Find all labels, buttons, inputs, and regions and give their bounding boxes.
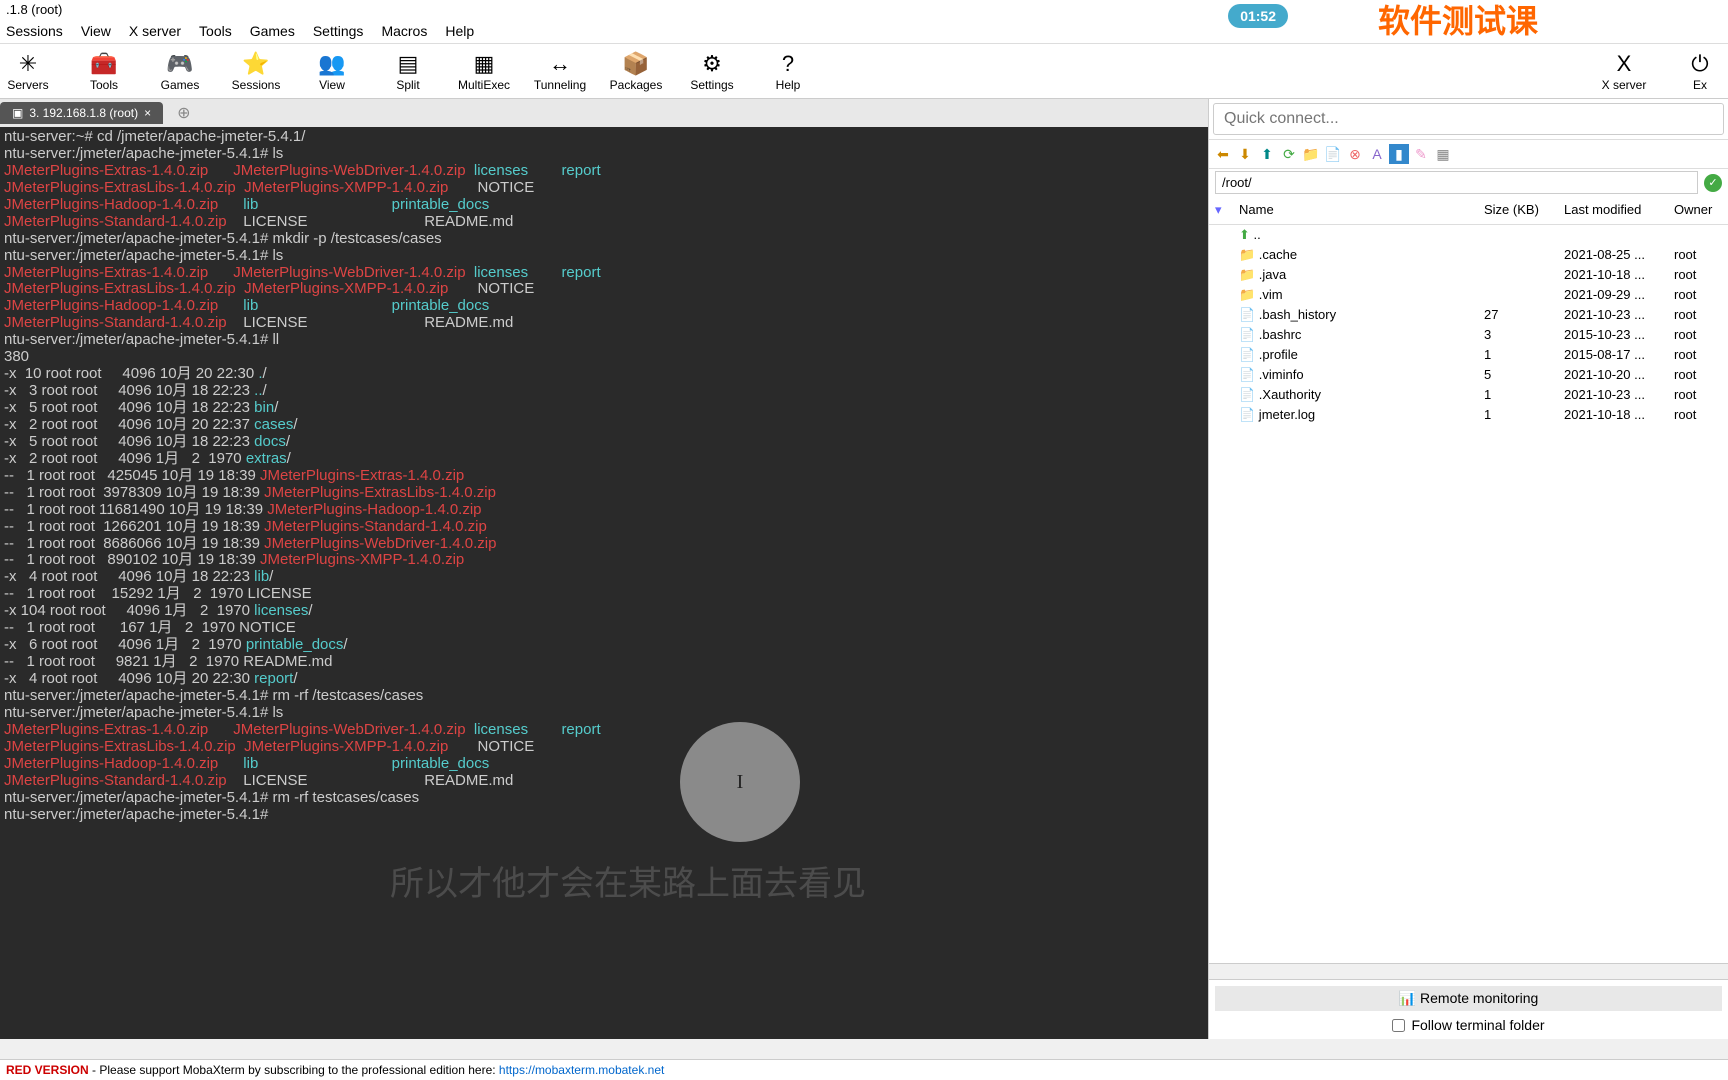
file-row[interactable]: 📄 .viminfo52021-10-20 ...root	[1209, 365, 1728, 385]
back-icon[interactable]: ⬅	[1213, 144, 1233, 164]
file-header: ▾ Name Size (KB) Last modified Owner	[1209, 196, 1728, 225]
col-owner[interactable]: Owner	[1668, 200, 1728, 220]
menu-games[interactable]: Games	[250, 23, 295, 39]
games-icon: 🎮	[166, 50, 194, 78]
menu-tools[interactable]: Tools	[199, 23, 232, 39]
tunneling-icon: ↔	[546, 50, 574, 78]
tool-ex[interactable]: ⏻Ex	[1676, 50, 1724, 92]
rename-icon[interactable]: A	[1367, 144, 1387, 164]
tool-multiexec[interactable]: ▦MultiExec	[460, 50, 508, 92]
view-icon: 👥	[318, 50, 346, 78]
new-folder-icon[interactable]: 📁	[1301, 144, 1321, 164]
cursor-indicator: I	[680, 722, 800, 842]
status-text: - Please support MobaXterm by subscribin…	[92, 1063, 499, 1077]
toggle-hidden-icon[interactable]: ▮	[1389, 144, 1409, 164]
toolbar: ✳Servers 🧰Tools 🎮Games ⭐Sessions 👥View ▤Split…	[0, 44, 1728, 99]
version-label: RED VERSION	[6, 1063, 89, 1077]
ex-icon: ⏻	[1686, 50, 1714, 78]
x server-icon: X	[1610, 50, 1638, 78]
file-row[interactable]: 📄 jmeter.log12021-10-18 ...root	[1209, 405, 1728, 425]
menu-view[interactable]: View	[81, 23, 111, 39]
menu-sessions[interactable]: Sessions	[6, 23, 63, 39]
help-icon: ?	[774, 50, 802, 78]
follow-terminal-checkbox[interactable]: Follow terminal folder	[1215, 1017, 1722, 1033]
remote-monitoring-button[interactable]: 📊 Remote monitoring	[1215, 986, 1722, 1011]
timer-badge: 01:52	[1228, 4, 1288, 28]
path-ok-icon: ✓	[1704, 174, 1722, 192]
file-list: ▾ Name Size (KB) Last modified Owner ⬆ .…	[1209, 196, 1728, 963]
file-row[interactable]: ⬆ ..	[1209, 225, 1728, 245]
terminal[interactable]: ntu-server:~# cd /jmeter/apache-jmeter-5…	[0, 127, 1208, 1039]
download-icon[interactable]: ⬇	[1235, 144, 1255, 164]
tools-icon: 🧰	[90, 50, 118, 78]
close-icon[interactable]: ×	[144, 106, 151, 120]
tool-servers[interactable]: ✳Servers	[4, 50, 52, 92]
file-row[interactable]: 📁 .vim2021-09-29 ...root	[1209, 285, 1728, 305]
sftp-panel: ⬅ ⬇ ⬆ ⟳ 📁 📄 ⊗ A ▮ ✎ ▦ ✓ ▾ Name Size (KB)…	[1208, 99, 1728, 1039]
file-row[interactable]: 📁 .java2021-10-18 ...root	[1209, 265, 1728, 285]
monitor-icon: 📊	[1399, 990, 1416, 1006]
tool-packages[interactable]: 📦Packages	[612, 50, 660, 92]
col-name[interactable]: Name	[1233, 200, 1478, 220]
edit-icon[interactable]: ✎	[1411, 144, 1431, 164]
menu-help[interactable]: Help	[445, 23, 474, 39]
split-icon: ▤	[394, 50, 422, 78]
file-row[interactable]: 📄 .bash_history272021-10-23 ...root	[1209, 305, 1728, 325]
status-link[interactable]: https://mobaxterm.mobatek.net	[499, 1063, 664, 1077]
packages-icon: 📦	[622, 50, 650, 78]
menu-x-server[interactable]: X server	[129, 23, 181, 39]
file-row[interactable]: 📁 .cache2021-08-25 ...root	[1209, 245, 1728, 265]
tool-view[interactable]: 👥View	[308, 50, 356, 92]
quick-connect-input[interactable]	[1213, 103, 1724, 135]
tab-bar: ▣ 3. 192.168.1.8 (root) × ⊕	[0, 99, 1208, 127]
subtitle-overlay: 所以才他才会在某路上面去看见	[390, 865, 866, 903]
sessions-icon: ⭐	[242, 50, 270, 78]
tool-sessions[interactable]: ⭐Sessions	[232, 50, 280, 92]
menu-settings[interactable]: Settings	[313, 23, 364, 39]
delete-icon[interactable]: ⊗	[1345, 144, 1365, 164]
statusbar: RED VERSION - Please support MobaXterm b…	[0, 1059, 1728, 1080]
col-size[interactable]: Size (KB)	[1478, 200, 1558, 220]
file-row[interactable]: 📄 .bashrc32015-10-23 ...root	[1209, 325, 1728, 345]
tool-games[interactable]: 🎮Games	[156, 50, 204, 92]
add-tab-button[interactable]: ⊕	[169, 103, 198, 123]
path-input[interactable]	[1215, 171, 1698, 194]
expand-icon[interactable]: ▾	[1209, 200, 1233, 220]
upload-icon[interactable]: ⬆	[1257, 144, 1277, 164]
tool-x-server[interactable]: XX server	[1600, 50, 1648, 92]
tool-tools[interactable]: 🧰Tools	[80, 50, 128, 92]
tab-label: 3. 192.168.1.8 (root)	[29, 106, 138, 120]
col-modified[interactable]: Last modified	[1558, 200, 1668, 220]
settings-icon: ⚙	[698, 50, 726, 78]
refresh-icon[interactable]: ⟳	[1279, 144, 1299, 164]
watermark: 软件测试课	[1378, 0, 1538, 42]
terminal-icon: ▣	[12, 106, 23, 120]
tool-settings[interactable]: ⚙Settings	[688, 50, 736, 92]
new-file-icon[interactable]: 📄	[1323, 144, 1343, 164]
tool-help[interactable]: ?Help	[764, 50, 812, 92]
properties-icon[interactable]: ▦	[1433, 144, 1453, 164]
multiexec-icon: ▦	[470, 50, 498, 78]
menu-macros[interactable]: Macros	[381, 23, 427, 39]
tool-tunneling[interactable]: ↔Tunneling	[536, 50, 584, 92]
session-tab[interactable]: ▣ 3. 192.168.1.8 (root) ×	[0, 102, 163, 124]
file-row[interactable]: 📄 .profile12015-08-17 ...root	[1209, 345, 1728, 365]
servers-icon: ✳	[14, 50, 42, 78]
horizontal-scrollbar[interactable]	[1209, 963, 1728, 979]
checkbox[interactable]	[1392, 1019, 1405, 1032]
file-row[interactable]: 📄 .Xauthority12021-10-23 ...root	[1209, 385, 1728, 405]
tool-split[interactable]: ▤Split	[384, 50, 432, 92]
sftp-toolbar: ⬅ ⬇ ⬆ ⟳ 📁 📄 ⊗ A ▮ ✎ ▦	[1209, 140, 1728, 169]
